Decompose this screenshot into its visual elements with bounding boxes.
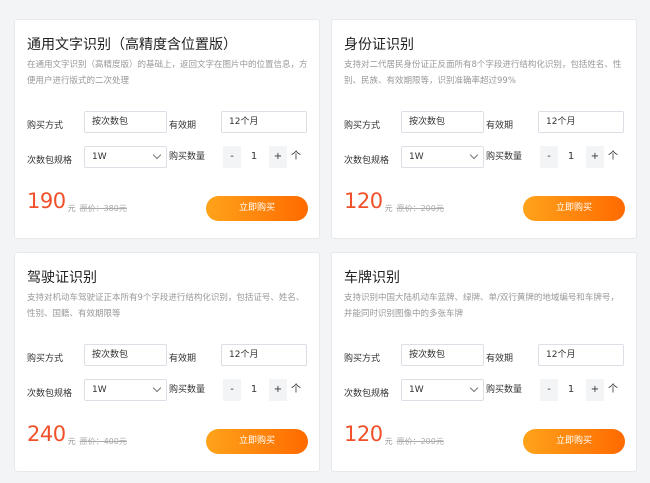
chevron-down-icon [469, 383, 479, 393]
increment-button[interactable]: + [586, 379, 604, 401]
price-value: 240 [27, 422, 66, 446]
spec-label: 次数包规格 [344, 389, 390, 399]
quantity-value[interactable]: 1 [560, 379, 582, 401]
buy-method-label: 购买方式 [27, 121, 64, 131]
unit-icon: 个 [608, 384, 618, 395]
validity-label: 有效期 [486, 354, 514, 364]
increment-button[interactable]: + [586, 146, 604, 168]
unit-icon: 个 [291, 384, 301, 395]
increment-button[interactable]: + [269, 146, 287, 168]
validity-label: 有效期 [169, 354, 197, 364]
spec-select[interactable]: 1W [84, 379, 167, 401]
buy-now-button[interactable]: 立即购买 [206, 429, 308, 454]
card-description: 在通用文字识别（高精度版）的基础上，返回文字在图片中的位置信息，方便用户进行版式… [27, 60, 308, 86]
spec-select-value: 1W [409, 385, 424, 395]
validity-field[interactable]: 12个月 [538, 344, 624, 366]
chevron-down-icon [152, 383, 162, 393]
original-price: 原价：400元 [79, 437, 127, 446]
price-value: 120 [344, 422, 383, 446]
chevron-down-icon [469, 150, 479, 160]
validity-label: 有效期 [169, 121, 197, 131]
quantity-stepper: - 1 + 个 [221, 146, 301, 168]
price-unit: 元 [384, 204, 393, 213]
original-price: 原价：200元 [396, 204, 444, 213]
spec-label: 次数包规格 [27, 389, 73, 399]
decrement-button[interactable]: - [223, 146, 241, 168]
quantity-label: 购买数量 [486, 385, 523, 395]
spec-select-value: 1W [409, 152, 424, 162]
unit-icon: 个 [608, 151, 618, 162]
quantity-value[interactable]: 1 [560, 146, 582, 168]
chevron-down-icon [152, 150, 162, 160]
spec-select-value: 1W [92, 385, 107, 395]
spec-select-value: 1W [92, 152, 107, 162]
buy-method-label: 购买方式 [27, 354, 64, 364]
card-title: 驾驶证识别 [27, 270, 97, 286]
card-description: 支持识别中国大陆机动车蓝牌、绿牌、单/双行黄牌的地域编号和车牌号，并能同时识别图… [344, 293, 619, 319]
product-card-id-card: 身份证识别 支持对二代居民身份证正反面所有8个字段进行结构化识别，包括姓名、性别… [331, 19, 637, 239]
original-price: 原价：380元 [79, 204, 127, 213]
buy-method-field[interactable]: 按次数包 [401, 111, 484, 133]
card-description: 支持对机动车驾驶证正本所有9个字段进行结构化识别，包括证号、姓名、性别、国籍、有… [27, 293, 305, 319]
buy-method-label: 购买方式 [344, 121, 381, 131]
validity-field[interactable]: 12个月 [221, 111, 307, 133]
quantity-stepper: - 1 + 个 [221, 379, 301, 401]
unit-icon: 个 [291, 151, 301, 162]
quantity-value[interactable]: 1 [243, 379, 265, 401]
quantity-label: 购买数量 [169, 385, 206, 395]
spec-label: 次数包规格 [344, 156, 390, 166]
quantity-label: 购买数量 [169, 152, 206, 162]
quantity-value[interactable]: 1 [243, 146, 265, 168]
product-card-general-ocr: 通用文字识别（高精度含位置版） 在通用文字识别（高精度版）的基础上，返回文字在图… [14, 19, 320, 239]
buy-method-label: 购买方式 [344, 354, 381, 364]
validity-label: 有效期 [486, 121, 514, 131]
validity-field[interactable]: 12个月 [221, 344, 307, 366]
decrement-button[interactable]: - [540, 379, 558, 401]
spec-label: 次数包规格 [27, 156, 73, 166]
quantity-label: 购买数量 [486, 152, 523, 162]
quantity-stepper: - 1 + 个 [538, 146, 618, 168]
card-title: 车牌识别 [344, 270, 400, 286]
decrement-button[interactable]: - [540, 146, 558, 168]
buy-method-field[interactable]: 按次数包 [401, 344, 484, 366]
price-unit: 元 [384, 437, 393, 446]
increment-button[interactable]: + [269, 379, 287, 401]
spec-select[interactable]: 1W [401, 379, 484, 401]
spec-select[interactable]: 1W [84, 146, 167, 168]
buy-method-field[interactable]: 按次数包 [84, 111, 167, 133]
card-title: 身份证识别 [344, 37, 414, 53]
card-title: 通用文字识别（高精度含位置版） [27, 37, 237, 53]
price-value: 120 [344, 189, 383, 213]
buy-method-field[interactable]: 按次数包 [84, 344, 167, 366]
price-unit: 元 [67, 204, 76, 213]
quantity-stepper: - 1 + 个 [538, 379, 618, 401]
price-value: 190 [27, 189, 66, 213]
card-description: 支持对二代居民身份证正反面所有8个字段进行结构化识别，包括姓名、性别、民族、有效… [344, 60, 622, 86]
spec-select[interactable]: 1W [401, 146, 484, 168]
buy-now-button[interactable]: 立即购买 [523, 429, 625, 454]
original-price: 原价：200元 [396, 437, 444, 446]
buy-now-button[interactable]: 立即购买 [206, 196, 308, 221]
validity-field[interactable]: 12个月 [538, 111, 624, 133]
price-unit: 元 [67, 437, 76, 446]
product-card-license-plate: 车牌识别 支持识别中国大陆机动车蓝牌、绿牌、单/双行黄牌的地域编号和车牌号，并能… [331, 252, 637, 472]
buy-now-button[interactable]: 立即购买 [523, 196, 625, 221]
decrement-button[interactable]: - [223, 379, 241, 401]
product-card-driver-license: 驾驶证识别 支持对机动车驾驶证正本所有9个字段进行结构化识别，包括证号、姓名、性… [14, 252, 320, 472]
